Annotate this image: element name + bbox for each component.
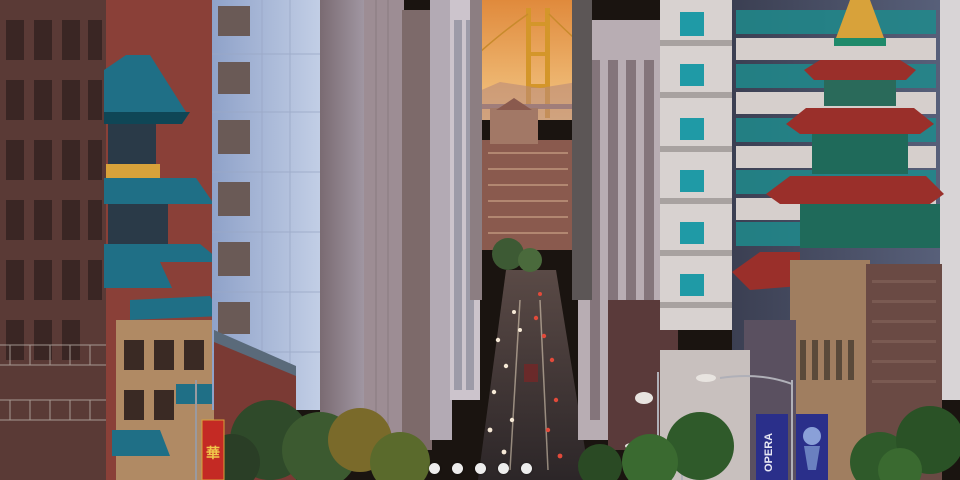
distant-brick-building [482,98,574,250]
slide-dot-1[interactable] [428,463,440,474]
slide-dot-4[interactable] [497,463,509,474]
tall-tower-left-2 [364,0,404,440]
slide-dot-5[interactable] [520,463,532,474]
hero-image: 華 OPERA [0,0,960,480]
slide-dot-3[interactable] [474,463,486,474]
slider-pagination [0,463,960,474]
slide-dot-2[interactable] [451,463,463,474]
svg-text:華: 華 [206,445,220,461]
tall-tower-left-1 [320,0,368,420]
hero-slider: 華 OPERA [0,0,960,480]
